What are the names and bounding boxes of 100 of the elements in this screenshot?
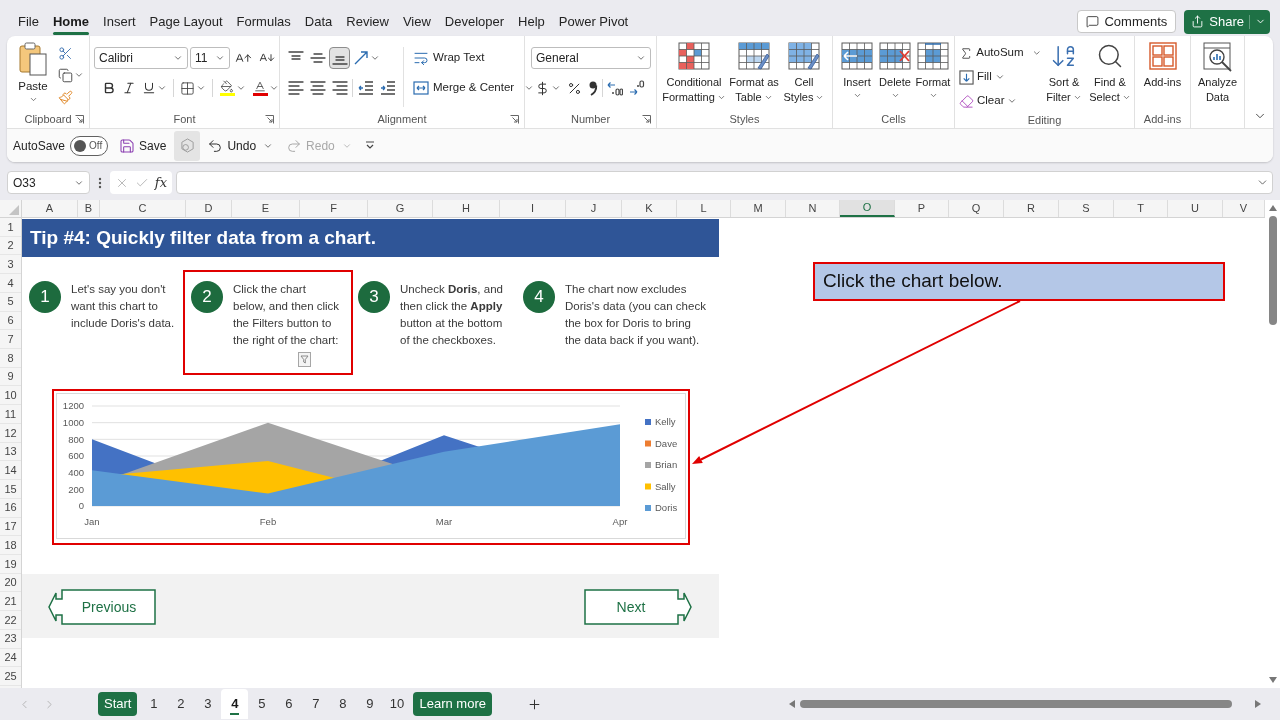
vertical-align-button[interactable]	[329, 47, 350, 69]
menu-tab[interactable]: Formulas	[229, 8, 298, 35]
scroll-right-icon[interactable]	[1255, 700, 1261, 708]
dialog-launcher-icon[interactable]	[510, 115, 519, 124]
name-box[interactable]: O33	[7, 171, 90, 194]
dialog-launcher-icon[interactable]	[642, 115, 651, 124]
sheet-tab[interactable]: 5	[248, 689, 276, 719]
dialog-launcher-icon[interactable]	[265, 115, 274, 124]
sheet-tab[interactable]: 1	[140, 689, 168, 719]
column-header[interactable]: D	[186, 200, 232, 217]
styles-button[interactable]: Conditional Formatting	[661, 42, 727, 105]
cells-button[interactable]: Format	[915, 42, 951, 100]
row-header[interactable]: 14	[0, 461, 21, 481]
autosave-toggle[interactable]: Off	[70, 135, 109, 156]
fill-button[interactable]: Fill	[959, 66, 1041, 88]
menu-tab[interactable]: View	[395, 8, 438, 35]
sheet-tab[interactable]: 6	[275, 689, 303, 719]
menu-tab[interactable]: Page Layout	[142, 8, 230, 35]
styles-button[interactable]: Format as Table	[728, 42, 780, 105]
sheet-tab[interactable]: Start	[98, 692, 138, 716]
row-header[interactable]: 6	[0, 311, 21, 331]
menu-tab[interactable]: Developer	[437, 8, 512, 35]
column-header[interactable]: E	[232, 200, 300, 217]
row-header[interactable]: 11	[0, 405, 21, 424]
column-header[interactable]: R	[1004, 200, 1059, 217]
column-header[interactable]: U	[1168, 200, 1223, 217]
row-header[interactable]: 1	[0, 218, 21, 237]
row-header[interactable]: 8	[0, 349, 21, 368]
sheet-tab[interactable]: Learn more	[413, 692, 492, 716]
find-select-button[interactable]: Find & Select	[1087, 42, 1133, 105]
row-header[interactable]: 2	[0, 236, 21, 256]
column-header[interactable]: P	[895, 200, 949, 217]
column-header[interactable]: L	[677, 200, 731, 217]
sort-filter-button[interactable]: Sort & Filter	[1043, 42, 1085, 105]
row-header[interactable]: 20	[0, 573, 21, 593]
row-header[interactable]: 7	[0, 330, 21, 350]
undo-button[interactable]: Undo	[205, 133, 259, 158]
merge-center-button[interactable]: Merge & Center	[411, 77, 537, 99]
column-header[interactable]: C	[100, 200, 186, 217]
sheet-tab[interactable]: 2	[167, 689, 195, 719]
menu-tab[interactable]: Home	[45, 8, 97, 35]
column-header[interactable]: B	[78, 200, 100, 217]
sheet-tab[interactable]: 3	[194, 689, 222, 719]
row-header[interactable]: 19	[0, 554, 21, 574]
scrollbar-thumb[interactable]	[800, 700, 1232, 708]
sheet-tab[interactable]: 8	[329, 689, 357, 719]
sheet-tab[interactable]: 4	[221, 689, 249, 719]
analyze-data-button[interactable]: Analyze Data	[1193, 42, 1242, 105]
menu-tab[interactable]: File	[11, 8, 46, 35]
column-header[interactable]: O	[840, 200, 895, 217]
font-size-dropdown[interactable]: 11	[190, 47, 230, 69]
sheet-tab[interactable]: 10	[383, 689, 411, 719]
row-header[interactable]: 18	[0, 536, 21, 555]
formula-input[interactable]	[176, 171, 1273, 194]
row-header[interactable]: 25	[0, 667, 21, 686]
customize-toolbar-icon[interactable]	[364, 141, 375, 150]
row-header[interactable]: 13	[0, 442, 21, 462]
scroll-up-icon[interactable]	[1268, 205, 1277, 211]
row-header[interactable]: 9	[0, 367, 21, 387]
row-header[interactable]: 3	[0, 255, 21, 275]
column-header[interactable]: T	[1114, 200, 1168, 217]
column-header[interactable]: H	[433, 200, 500, 217]
save-button[interactable]: Save	[116, 133, 170, 158]
share-button[interactable]: Share	[1184, 9, 1270, 34]
cells-button[interactable]: Insert	[839, 42, 875, 100]
row-header[interactable]: 10	[0, 386, 21, 406]
column-header[interactable]: K	[622, 200, 677, 217]
comments-button[interactable]: Comments	[1077, 10, 1177, 33]
column-header[interactable]: I	[500, 200, 566, 217]
dialog-launcher-icon[interactable]	[75, 115, 84, 124]
row-header[interactable]: 4	[0, 274, 21, 293]
row-header[interactable]: 23	[0, 629, 21, 649]
menu-tab[interactable]: Help	[511, 8, 552, 35]
column-header[interactable]: M	[731, 200, 786, 217]
column-header[interactable]: Q	[949, 200, 1004, 217]
row-header[interactable]: 15	[0, 480, 21, 499]
row-header[interactable]: 5	[0, 292, 21, 312]
row-header[interactable]: 22	[0, 611, 21, 630]
number-format-dropdown[interactable]: General	[531, 47, 651, 69]
clear-button[interactable]: Clear	[959, 90, 1041, 112]
column-header[interactable]: A	[22, 200, 78, 217]
column-header[interactable]: J	[566, 200, 622, 217]
styles-button[interactable]: Cell Styles	[781, 42, 827, 105]
next-button[interactable]: Next	[584, 589, 692, 625]
menu-tab[interactable]: Power Pivot	[551, 8, 636, 35]
font-name-dropdown[interactable]: Calibri	[94, 47, 188, 69]
insert-function-button[interactable]: fx	[154, 172, 167, 193]
column-header[interactable]: S	[1059, 200, 1114, 217]
column-header[interactable]: F	[300, 200, 368, 217]
sheet-tab[interactable]: 7	[302, 689, 330, 719]
row-header[interactable]: 12	[0, 423, 21, 443]
menu-tab[interactable]: Data	[297, 8, 340, 35]
row-header[interactable]: 16	[0, 498, 21, 518]
row-header[interactable]: 21	[0, 592, 21, 612]
add-ins-button[interactable]: Add-ins	[1138, 42, 1187, 90]
paste-button[interactable]: Paste	[13, 42, 53, 104]
column-header[interactable]: G	[368, 200, 433, 217]
row-header[interactable]: 17	[0, 517, 21, 537]
scrollbar-thumb[interactable]	[1268, 216, 1277, 325]
scroll-left-icon[interactable]	[789, 700, 795, 708]
